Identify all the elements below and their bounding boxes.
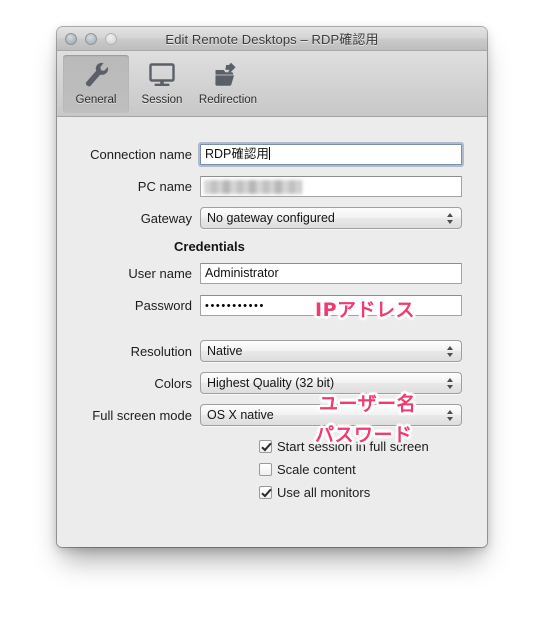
edit-remote-desktops-window: Edit Remote Desktops – RDP確認用 General Se… bbox=[57, 27, 487, 547]
folder-arrow-icon bbox=[214, 59, 242, 91]
gateway-label: Gateway bbox=[140, 210, 192, 226]
gateway-row: Gateway No gateway configured bbox=[57, 207, 487, 229]
connection-name-label: Connection name bbox=[90, 146, 192, 162]
checkbox-label: Use all monitors bbox=[277, 484, 371, 500]
user-name-label: User name bbox=[128, 265, 192, 281]
connection-name-input[interactable]: RDP確認用 bbox=[198, 141, 464, 167]
pc-name-label: PC name bbox=[137, 178, 192, 194]
user-name-row: User name Administrator bbox=[57, 262, 487, 284]
traffic-lights bbox=[65, 33, 117, 45]
full-screen-mode-select[interactable]: OS X native bbox=[200, 404, 462, 426]
colors-select[interactable]: Highest Quality (32 bit) bbox=[200, 372, 462, 394]
connection-name-value: RDP確認用 bbox=[205, 146, 269, 161]
checkbox-icon-unchecked[interactable] bbox=[259, 462, 272, 476]
redaction-blur bbox=[204, 179, 302, 194]
general-settings-panel: Connection name RDP確認用 PC name Gateway N… bbox=[57, 117, 487, 547]
tab-session[interactable]: Session bbox=[129, 55, 195, 113]
checkbox-icon-checked[interactable] bbox=[259, 485, 272, 499]
credentials-header: Credentials bbox=[174, 239, 245, 254]
pc-name-row: PC name bbox=[57, 175, 487, 197]
toolbar: General Session Redirection bbox=[57, 51, 487, 117]
window-titlebar[interactable]: Edit Remote Desktops – RDP確認用 bbox=[57, 27, 487, 51]
wrench-icon bbox=[83, 59, 109, 91]
tab-session-label: Session bbox=[141, 94, 183, 106]
checkbox-scale-content[interactable]: Scale content bbox=[259, 459, 487, 479]
stepper-arrows-icon bbox=[442, 209, 458, 227]
minimize-button[interactable] bbox=[85, 33, 97, 45]
close-button[interactable] bbox=[65, 33, 77, 45]
full-screen-mode-value: OS X native bbox=[207, 408, 274, 422]
resolution-select[interactable]: Native bbox=[200, 340, 462, 362]
gateway-value: No gateway configured bbox=[207, 211, 335, 225]
full-screen-mode-row: Full screen mode OS X native bbox=[57, 404, 487, 426]
checkbox-label: Start session in full screen bbox=[277, 438, 429, 454]
text-caret bbox=[268, 146, 270, 160]
pc-name-input[interactable] bbox=[200, 175, 462, 197]
checkbox-label: Scale content bbox=[277, 461, 356, 477]
resolution-row: Resolution Native bbox=[57, 340, 487, 362]
password-input[interactable]: ••••••••••• bbox=[200, 294, 462, 316]
tab-general-label: General bbox=[75, 94, 117, 106]
stepper-arrows-icon bbox=[442, 342, 458, 360]
zoom-button[interactable] bbox=[105, 33, 117, 45]
password-value: ••••••••••• bbox=[205, 299, 265, 312]
tab-general[interactable]: General bbox=[63, 55, 129, 113]
user-name-value: Administrator bbox=[205, 265, 279, 280]
colors-row: Colors Highest Quality (32 bit) bbox=[57, 372, 487, 394]
colors-value: Highest Quality (32 bit) bbox=[207, 376, 335, 390]
tab-redirection-label: Redirection bbox=[198, 94, 258, 106]
resolution-value: Native bbox=[207, 344, 243, 358]
tab-redirection[interactable]: Redirection bbox=[195, 55, 261, 113]
stepper-arrows-icon bbox=[442, 406, 458, 424]
password-label: Password bbox=[134, 297, 192, 313]
resolution-label: Resolution bbox=[130, 343, 192, 359]
password-row: Password ••••••••••• bbox=[57, 294, 487, 316]
window-title: Edit Remote Desktops – RDP確認用 bbox=[165, 32, 379, 47]
user-name-input[interactable]: Administrator bbox=[200, 262, 462, 284]
connection-name-row: Connection name RDP確認用 bbox=[57, 141, 487, 167]
stepper-arrows-icon bbox=[442, 374, 458, 392]
checkbox-icon-checked[interactable] bbox=[259, 439, 272, 453]
full-screen-mode-label: Full screen mode bbox=[92, 407, 192, 423]
monitor-icon bbox=[148, 59, 176, 91]
colors-label: Colors bbox=[154, 375, 192, 391]
gateway-select[interactable]: No gateway configured bbox=[200, 207, 462, 229]
checkbox-start-session-full-screen[interactable]: Start session in full screen bbox=[259, 436, 487, 456]
options-checkbox-group: Start session in full screen Scale conte… bbox=[259, 436, 487, 502]
checkbox-use-all-monitors[interactable]: Use all monitors bbox=[259, 482, 487, 502]
